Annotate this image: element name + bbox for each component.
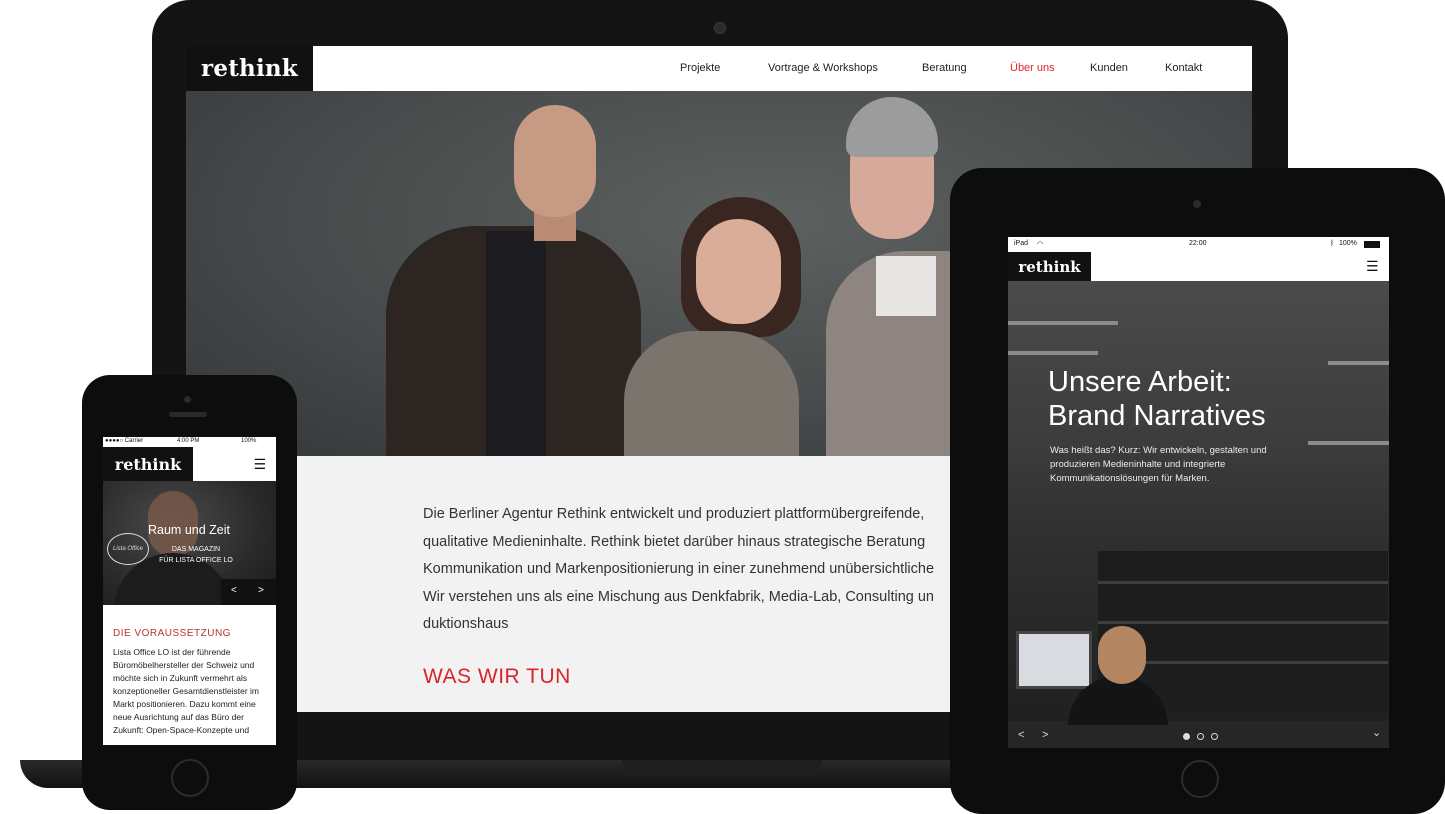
tablet-home-button[interactable] xyxy=(1181,760,1219,798)
shelf-line xyxy=(1098,581,1388,584)
nav-item-projekte[interactable]: Projekte xyxy=(680,62,720,74)
phone-section-heading: DIE VORAUSSETZUNG xyxy=(113,628,231,639)
nav-item-ueber-uns[interactable]: Über uns xyxy=(1010,62,1055,74)
person-right-hair xyxy=(846,97,938,157)
phone-hero-subtitle-line: DAS MAGAZIN xyxy=(171,546,221,553)
tablet-time: 22:00 xyxy=(1189,240,1207,247)
intro-paragraph: Die Berliner Agentur Rethink entwickelt … xyxy=(423,501,983,639)
battery-icon xyxy=(1364,241,1380,248)
ceiling-light xyxy=(1308,441,1389,445)
phone-status-bar: ●●●●○ Carrier 4:00 PM 100% xyxy=(103,437,276,447)
intro-line: Wir verstehen uns als eine Mischung aus … xyxy=(423,588,934,605)
slide-dot-2[interactable] xyxy=(1197,733,1204,740)
person-left-shirt xyxy=(486,231,546,456)
person-right-collar xyxy=(876,256,936,316)
laptop-notch xyxy=(622,760,822,774)
tablet-screen: iPad ◠ 22:00 ᛒ 100% rethink ☰ Unsere Arb… xyxy=(1008,237,1389,748)
nav-item-kontakt[interactable]: Kontakt xyxy=(1165,62,1202,74)
ceiling-light xyxy=(1008,351,1098,355)
tablet-next-arrow[interactable]: > xyxy=(1042,729,1048,741)
phone-hero-title: Raum und Zeit xyxy=(148,523,230,537)
person-center-head xyxy=(696,219,781,324)
office-monitor xyxy=(1016,631,1092,689)
tablet-hero-title-line: Unsere Arbeit: xyxy=(1048,366,1232,398)
phone-slider-controls: < > xyxy=(221,579,276,605)
laptop-camera xyxy=(714,22,726,34)
tablet-battery-percent: 100% xyxy=(1339,240,1357,247)
bluetooth-icon: ᛒ xyxy=(1330,240,1335,247)
phone-hero-subtitle: DAS MAGAZIN FÜR LISTA OFFICE LO xyxy=(151,544,241,566)
office-person-head xyxy=(1098,626,1146,684)
hamburger-menu-icon[interactable]: ☰ xyxy=(253,457,266,471)
tablet-site-header: rethink ☰ xyxy=(1008,252,1389,281)
tablet-hero-description: Was heißt das? Kurz: Wir entwickeln, ges… xyxy=(1050,445,1267,484)
phone-home-button[interactable] xyxy=(171,759,209,797)
phone-body-text: Lista Office LO ist der führende Büromöb… xyxy=(113,647,259,735)
intro-line: qualitative Medieninhalte. Rethink biete… xyxy=(423,533,926,550)
wifi-icon: ◠ xyxy=(1037,241,1044,248)
tablet-hero-title-line: Brand Narratives xyxy=(1048,400,1266,432)
phone-time: 4:00 PM xyxy=(177,438,200,444)
slide-dot-1[interactable] xyxy=(1183,733,1190,740)
tablet-status-bar: iPad ◠ 22:00 ᛒ 100% xyxy=(1008,237,1389,252)
phone-screen: ●●●●○ Carrier 4:00 PM 100% rethink ☰ Lis… xyxy=(103,437,276,745)
shelf-line xyxy=(1098,621,1388,624)
phone-prev-arrow[interactable]: < xyxy=(231,585,237,596)
phone-site-logo[interactable]: rethink xyxy=(103,447,193,481)
office-photo xyxy=(1008,281,1389,748)
tablet-prev-arrow[interactable]: < xyxy=(1018,729,1024,741)
site-logo[interactable]: rethink xyxy=(186,46,313,91)
person-left-head xyxy=(514,105,596,217)
intro-line: Die Berliner Agentur Rethink entwickelt … xyxy=(423,506,925,522)
phone-next-arrow[interactable]: > xyxy=(258,585,264,596)
phone-hero-subtitle-line: FÜR LISTA OFFICE LO xyxy=(159,557,233,564)
intro-line: duktionshaus xyxy=(423,616,509,632)
phone-hero: Lista Office Raum und Zeit DAS MAGAZIN F… xyxy=(103,481,276,605)
tablet-hero-title: Unsere Arbeit: Brand Narratives xyxy=(1048,365,1266,433)
ceiling-light xyxy=(1008,321,1118,325)
slide-dot-3[interactable] xyxy=(1211,733,1218,740)
signature-bubble: Lista Office xyxy=(107,533,149,565)
nav-item-kunden[interactable]: Kunden xyxy=(1090,62,1128,74)
phone-battery-percent: 100% xyxy=(241,438,257,444)
person-center-body xyxy=(624,331,799,456)
tablet-device-label: iPad xyxy=(1014,240,1029,247)
expand-chevron-icon[interactable]: ⌄ xyxy=(1372,726,1381,739)
ceiling-light xyxy=(1328,361,1389,365)
nav-item-beratung[interactable]: Beratung xyxy=(922,62,967,74)
phone-camera xyxy=(184,396,191,403)
section-heading: WAS WIR TUN xyxy=(423,665,571,688)
phone-carrier: ●●●●○ Carrier xyxy=(105,438,144,444)
site-header: rethink Projekte Vortrage & Workshops Be… xyxy=(186,46,1252,92)
tablet-camera xyxy=(1193,200,1201,208)
phone-speaker xyxy=(169,412,207,417)
intro-line: Kommunikation und Markenpositionierung i… xyxy=(423,561,935,577)
phone-site-header: rethink ☰ xyxy=(103,447,276,481)
hamburger-menu-icon[interactable]: ☰ xyxy=(1366,259,1379,273)
tablet-site-logo[interactable]: rethink xyxy=(1008,252,1091,281)
tablet-slider-controls: < > ⌄ xyxy=(1008,725,1389,748)
nav-item-vortrage-workshops[interactable]: Vortrage & Workshops xyxy=(768,62,878,74)
